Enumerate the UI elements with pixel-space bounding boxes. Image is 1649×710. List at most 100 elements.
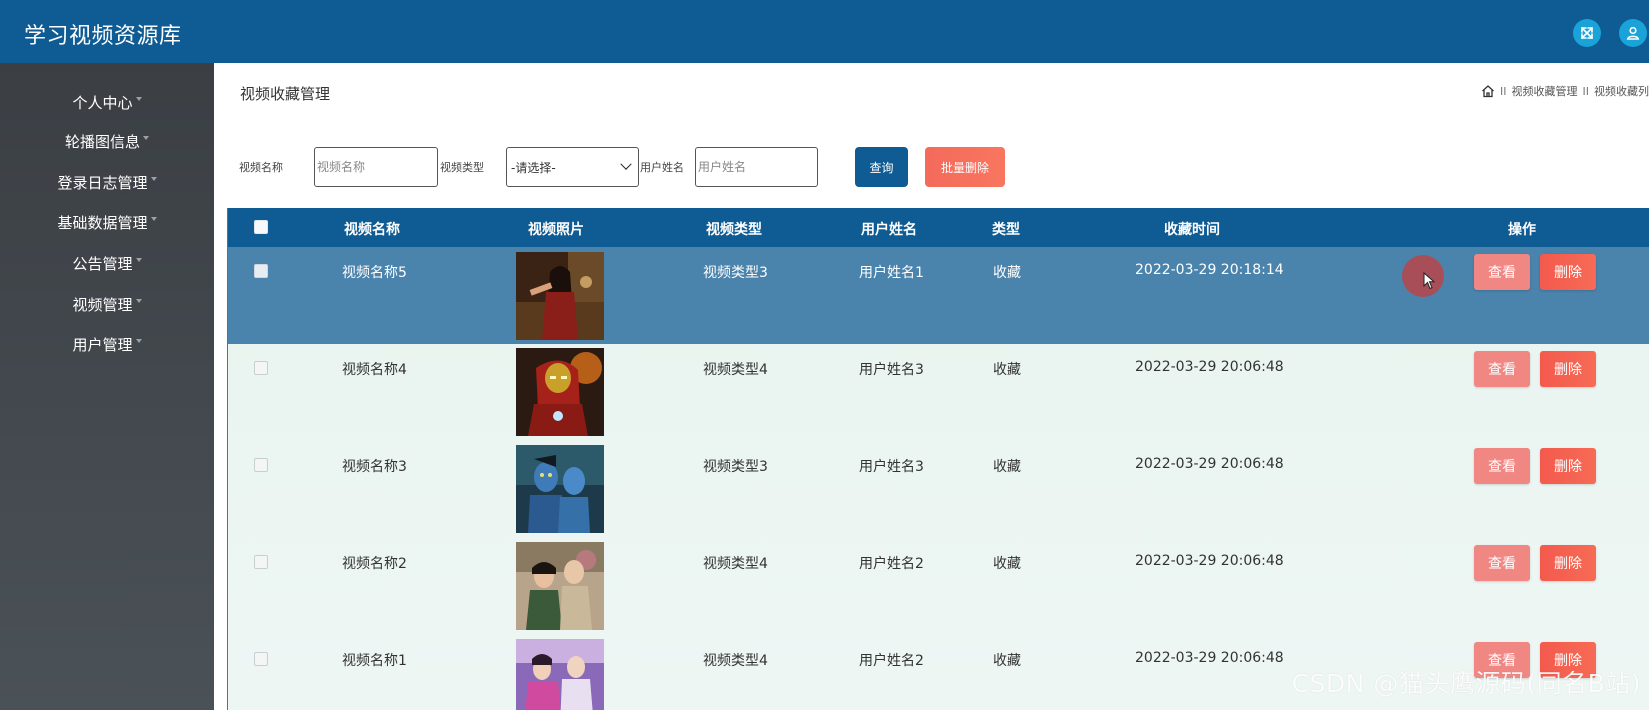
caret-down-icon	[150, 177, 157, 181]
header-user-name: 用户姓名	[861, 222, 917, 238]
breadcrumb-separator: II	[1582, 84, 1590, 98]
favorite-time-cell: 2022-03-29 20:18:14	[1135, 262, 1284, 278]
delete-button[interactable]: 删除	[1540, 545, 1596, 581]
video-name-input[interactable]	[314, 147, 438, 187]
breadcrumb-item: 视频收藏列	[1594, 85, 1649, 98]
home-icon[interactable]	[1481, 84, 1495, 98]
video-thumbnail	[516, 542, 604, 630]
sidebar-item-video[interactable]: 视频管理	[0, 289, 214, 319]
sidebar-item-base-data[interactable]: 基础数据管理	[0, 207, 214, 237]
header-video-photo: 视频照片	[528, 222, 584, 238]
header-favorite-time: 收藏时间	[1164, 222, 1220, 238]
video-thumbnail	[516, 348, 604, 436]
video-thumbnail	[516, 639, 604, 710]
video-type-selected-value: -请选择-	[511, 160, 556, 175]
caret-down-icon	[135, 97, 142, 101]
video-type-cell: 视频类型4	[703, 653, 768, 669]
table-row[interactable]: 视频名称4 视频类型4 用户姓名3 收藏 2022-03-29 20:06:48…	[228, 344, 1649, 441]
page-title: 视频收藏管理	[240, 85, 331, 103]
sidebar-item-user[interactable]: 用户管理	[0, 329, 214, 359]
sidebar-item-login-log[interactable]: 登录日志管理	[0, 167, 214, 197]
caret-down-icon	[135, 258, 142, 262]
row-checkbox[interactable]	[254, 458, 268, 472]
video-type-select[interactable]: -请选择-	[506, 147, 639, 187]
sidebar-item-carousel[interactable]: 轮播图信息	[0, 126, 214, 156]
user-name-cell: 用户姓名1	[859, 265, 924, 281]
row-checkbox[interactable]	[254, 555, 268, 569]
sidebar-item-label: 登录日志管理	[57, 173, 148, 192]
video-type-label: 视频类型	[440, 161, 484, 174]
type-cell: 收藏	[993, 265, 1021, 281]
user-name-cell: 用户姓名2	[859, 556, 924, 572]
breadcrumb-item[interactable]: 视频收藏管理	[1512, 83, 1578, 99]
sidebar-item-label: 轮播图信息	[64, 132, 140, 151]
video-type-cell: 视频类型3	[703, 265, 768, 281]
chevron-down-icon	[620, 158, 632, 170]
type-cell: 收藏	[993, 556, 1021, 572]
favorite-time-cell: 2022-03-29 20:06:48	[1135, 650, 1284, 666]
favorite-time-cell: 2022-03-29 20:06:48	[1135, 553, 1284, 569]
sidebar-item-announcement[interactable]: 公告管理	[0, 248, 214, 278]
view-button[interactable]: 查看	[1474, 545, 1530, 581]
caret-down-icon	[135, 299, 142, 303]
video-name-cell: 视频名称5	[342, 265, 407, 281]
delete-button[interactable]: 删除	[1540, 448, 1596, 484]
user-name-cell: 用户姓名3	[859, 459, 924, 475]
sidebar-item-label: 公告管理	[72, 254, 133, 273]
header-actions: 操作	[1508, 222, 1536, 238]
video-type-cell: 视频类型3	[703, 459, 768, 475]
header-type: 类型	[992, 222, 1020, 238]
delete-button[interactable]: 删除	[1540, 254, 1596, 290]
table-header: 视频名称 视频照片 视频类型 用户姓名 类型 收藏时间 操作	[228, 208, 1649, 247]
user-name-cell: 用户姓名2	[859, 653, 924, 669]
type-cell: 收藏	[993, 653, 1021, 669]
caret-down-icon	[135, 339, 142, 343]
video-type-cell: 视频类型4	[703, 556, 768, 572]
sidebar-item-label: 基础数据管理	[57, 213, 148, 232]
favorite-time-cell: 2022-03-29 20:06:48	[1135, 359, 1284, 375]
video-name-cell: 视频名称3	[342, 459, 407, 475]
top-bar: 学习视频资源库	[0, 0, 1649, 63]
video-name-label: 视频名称	[239, 161, 283, 174]
type-cell: 收藏	[993, 459, 1021, 475]
watermark: CSDN @猫头鹰源码(同名B站)	[1291, 669, 1641, 698]
caret-down-icon	[143, 136, 149, 140]
batch-delete-button[interactable]: 批量删除	[925, 147, 1005, 187]
mouse-cursor-icon	[1423, 272, 1435, 290]
main-content: 视频收藏管理 II 视频收藏管理 II 视频收藏列 视频名称 视频类型 -请选择…	[214, 63, 1649, 710]
view-button[interactable]: 查看	[1474, 254, 1530, 290]
sidebar-item-label: 个人中心	[72, 93, 133, 112]
row-checkbox[interactable]	[254, 361, 268, 375]
header-video-name: 视频名称	[344, 222, 400, 238]
table-row[interactable]: 视频名称2 视频类型4 用户姓名2 收藏 2022-03-29 20:06:48…	[228, 538, 1649, 635]
favorite-time-cell: 2022-03-29 20:06:48	[1135, 456, 1284, 472]
view-button[interactable]: 查看	[1474, 448, 1530, 484]
type-cell: 收藏	[993, 362, 1021, 378]
user-icon[interactable]	[1619, 19, 1647, 47]
video-name-cell: 视频名称1	[342, 653, 407, 669]
video-type-cell: 视频类型4	[703, 362, 768, 378]
app-title: 学习视频资源库	[24, 24, 182, 49]
row-checkbox[interactable]	[254, 264, 268, 278]
video-thumbnail	[516, 445, 604, 533]
user-name-cell: 用户姓名3	[859, 362, 924, 378]
video-thumbnail	[516, 252, 604, 340]
caret-down-icon	[150, 217, 157, 221]
breadcrumb: II 视频收藏管理 II 视频收藏列	[1481, 83, 1649, 99]
query-button[interactable]: 查询	[855, 147, 908, 187]
view-button[interactable]: 查看	[1474, 351, 1530, 387]
breadcrumb-separator: II	[1500, 84, 1507, 98]
fullscreen-icon[interactable]	[1573, 19, 1601, 47]
select-all-checkbox[interactable]	[254, 220, 268, 234]
sidebar-item-label: 视频管理	[72, 295, 133, 314]
search-form: 视频名称 视频类型 -请选择- 用户姓名 查询 批量删除	[239, 147, 1440, 187]
video-name-cell: 视频名称2	[342, 556, 407, 572]
user-name-label: 用户姓名	[640, 161, 684, 174]
header-video-type: 视频类型	[706, 222, 762, 238]
user-name-input[interactable]	[695, 147, 818, 187]
sidebar-item-personal-center[interactable]: 个人中心	[0, 87, 214, 117]
sidebar: 个人中心 轮播图信息 登录日志管理 基础数据管理 公告管理 视频管理 用户管理	[0, 63, 214, 710]
row-checkbox[interactable]	[254, 652, 268, 666]
table-row[interactable]: 视频名称3 视频类型3 用户姓名3 收藏 2022-03-29 20:06:48	[228, 441, 1649, 538]
delete-button[interactable]: 删除	[1540, 351, 1596, 387]
